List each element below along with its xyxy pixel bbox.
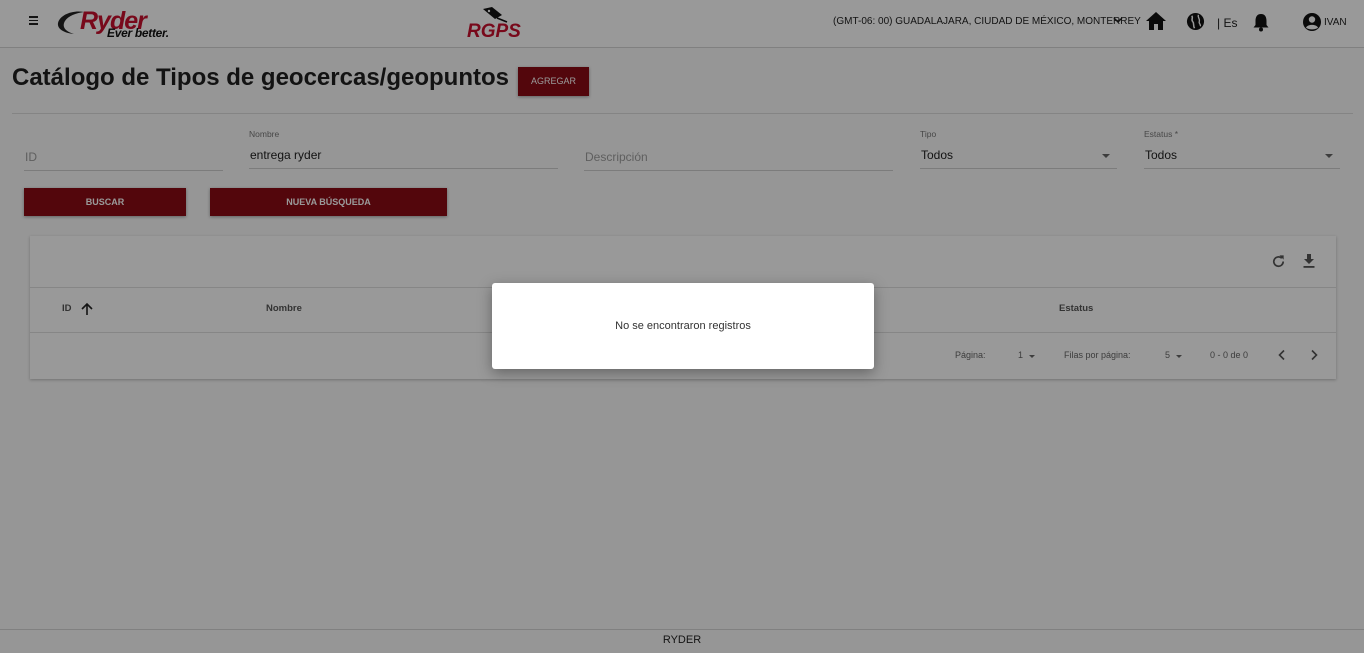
no-records-dialog: No se encontraron registros bbox=[492, 283, 874, 369]
dialog-message: No se encontraron registros bbox=[615, 320, 751, 332]
app: Ryder Ever better. RGPS (GMT-06: 00) GUA… bbox=[0, 0, 1364, 653]
